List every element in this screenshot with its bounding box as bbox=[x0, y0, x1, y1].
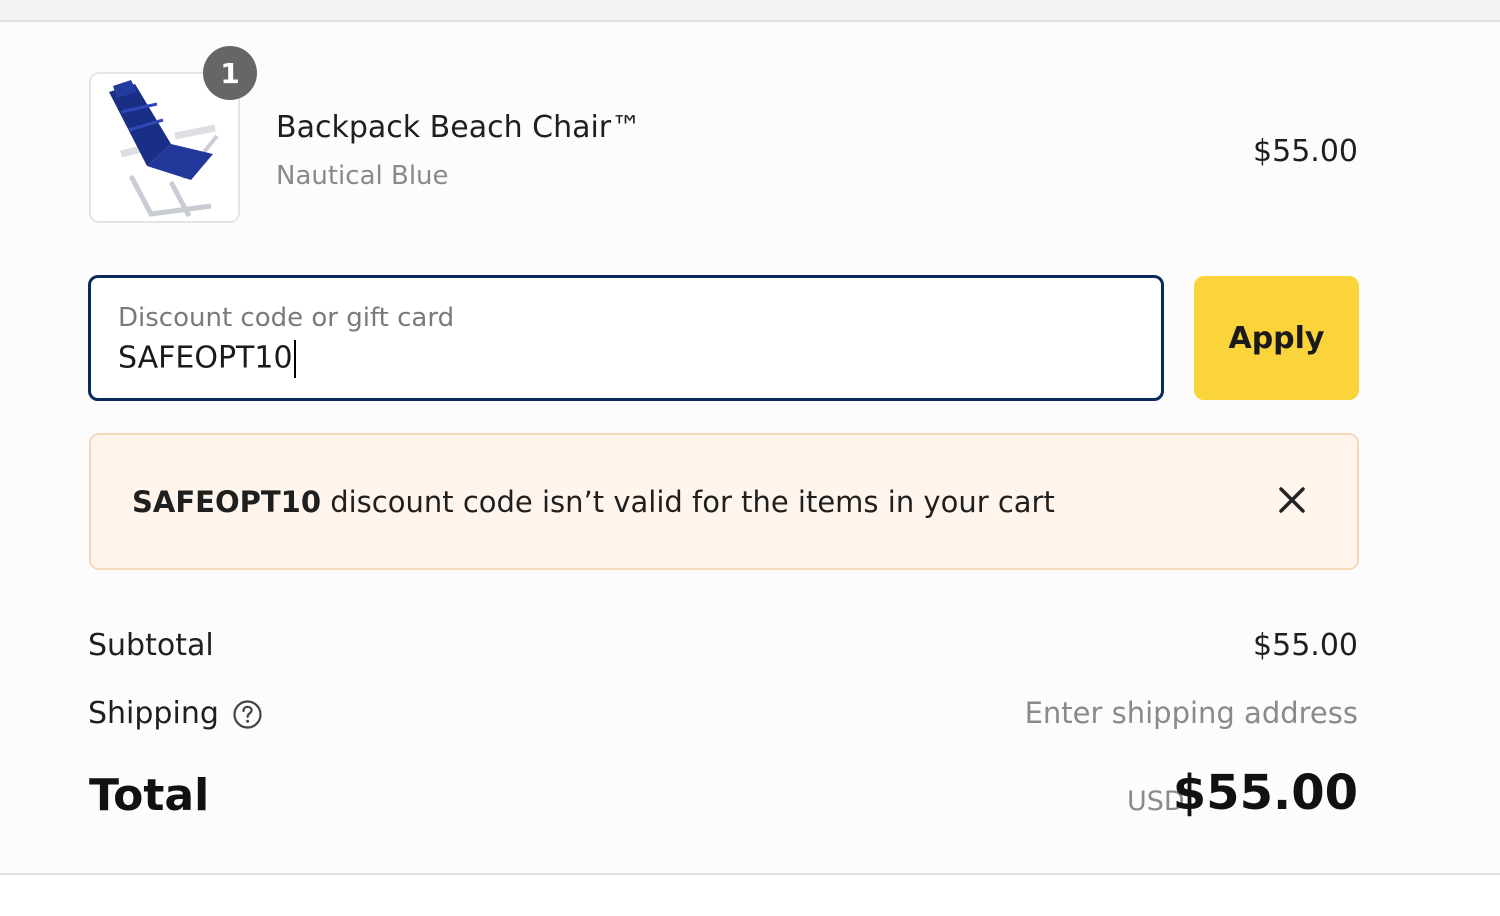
top-strip bbox=[0, 0, 1500, 22]
product-variant: Nautical Blue bbox=[276, 161, 449, 191]
discount-code-value: SAFEOPT10 bbox=[118, 340, 293, 376]
discount-code-input[interactable]: SAFEOPT10 bbox=[118, 340, 296, 378]
close-icon[interactable] bbox=[1275, 483, 1309, 517]
bottom-strip bbox=[0, 875, 1500, 916]
discount-error-banner: SAFEOPT10 discount code isn’t valid for … bbox=[89, 433, 1359, 570]
apply-button[interactable]: Apply bbox=[1194, 276, 1359, 400]
quantity-badge: 1 bbox=[203, 46, 257, 100]
error-message-text: discount code isn’t valid for the items … bbox=[321, 485, 1055, 519]
product-price: $55.00 bbox=[1253, 134, 1358, 169]
help-circle-icon[interactable] bbox=[232, 699, 263, 730]
product-name: Backpack Beach Chair™ bbox=[276, 110, 642, 145]
discount-error-message: SAFEOPT10 discount code isn’t valid for … bbox=[132, 485, 1055, 519]
discount-code-field[interactable]: Discount code or gift card SAFEOPT10 bbox=[88, 275, 1164, 401]
subtotal-value: $55.00 bbox=[1253, 628, 1358, 663]
subtotal-label: Subtotal bbox=[88, 628, 214, 663]
error-discount-code: SAFEOPT10 bbox=[132, 485, 321, 519]
total-value: $55.00 bbox=[1172, 765, 1358, 821]
shipping-label: Shipping bbox=[88, 696, 219, 731]
shipping-value: Enter shipping address bbox=[1024, 696, 1358, 730]
text-caret bbox=[293, 340, 296, 378]
discount-field-label: Discount code or gift card bbox=[118, 303, 455, 333]
total-label: Total bbox=[89, 770, 210, 821]
